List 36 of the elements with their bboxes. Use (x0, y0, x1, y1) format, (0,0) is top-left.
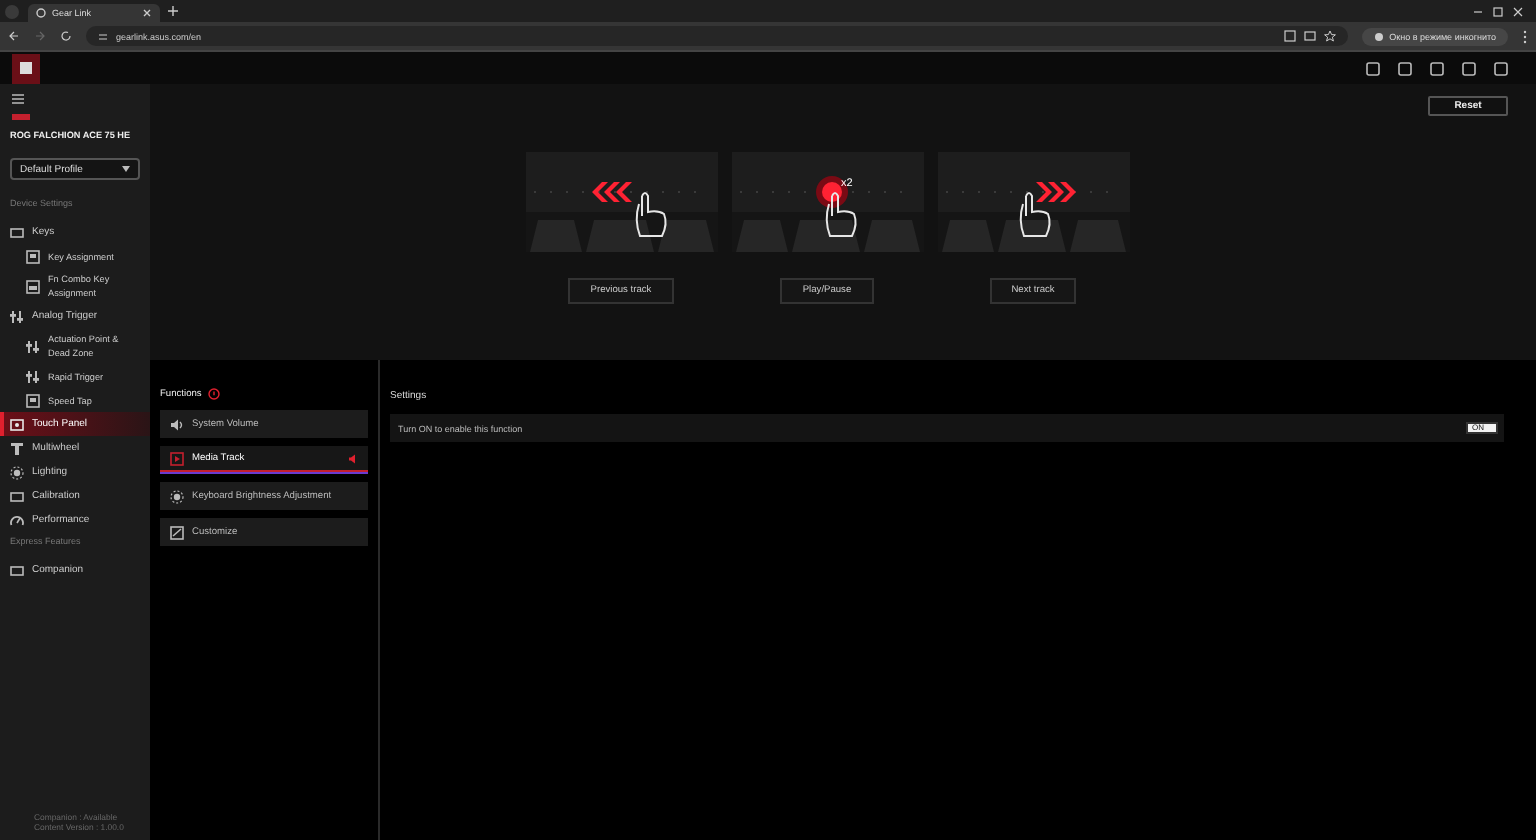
minimize-icon[interactable] (1472, 5, 1484, 17)
caret-icon (122, 166, 130, 172)
brightness-icon (10, 465, 24, 479)
browser-menu-icon[interactable] (1522, 29, 1528, 43)
menu-icon[interactable] (12, 94, 24, 104)
key-icon (26, 249, 40, 263)
new-tab-icon[interactable] (168, 6, 178, 16)
incognito-icon (1373, 31, 1384, 41)
media-icon (170, 452, 184, 466)
info-icon (207, 388, 220, 400)
touchpad-icon (10, 417, 24, 431)
speaker-icon (170, 417, 184, 431)
app-logo-icon (12, 53, 40, 83)
close-icon[interactable] (1512, 5, 1524, 17)
sliders-icon (26, 369, 40, 383)
site-info-icon (98, 31, 108, 41)
translate-icon[interactable] (1283, 30, 1296, 42)
close-icon[interactable] (142, 8, 152, 18)
keyboard-icon (10, 489, 24, 503)
back-icon[interactable] (8, 30, 20, 42)
customize-icon (170, 525, 184, 539)
keyboard-icon (10, 563, 24, 577)
keyboard-icon (10, 225, 24, 239)
restore-icon[interactable] (1492, 5, 1504, 17)
sliders-icon (10, 309, 24, 323)
brand-mark-icon (12, 114, 30, 120)
key-icon (26, 393, 40, 407)
sliders-icon (26, 339, 40, 353)
brightness-icon (170, 489, 184, 503)
star-icon[interactable] (1323, 30, 1336, 42)
reload-icon[interactable] (60, 30, 72, 42)
speaker-icon (348, 454, 358, 464)
globe-icon (36, 8, 46, 18)
cast-icon[interactable] (1303, 30, 1316, 42)
key-icon (26, 279, 40, 293)
gauge-icon (10, 513, 24, 527)
